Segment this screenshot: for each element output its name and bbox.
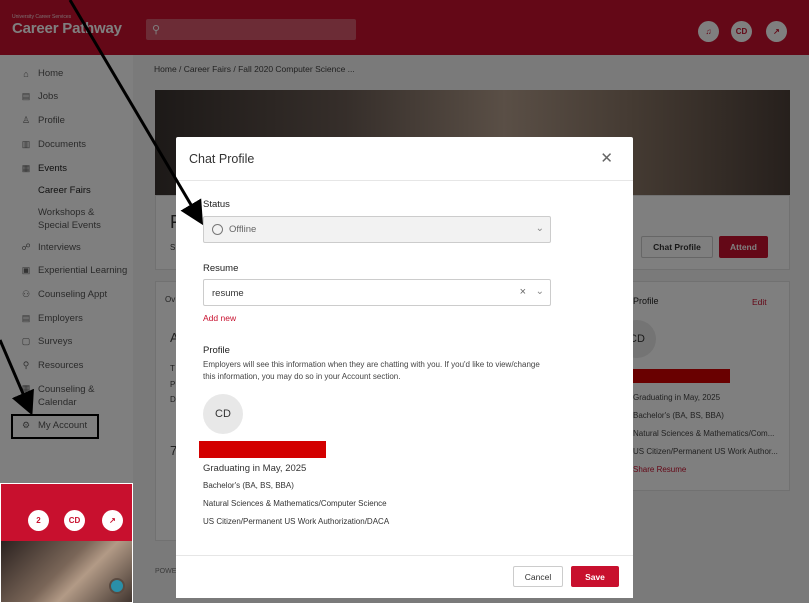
annotation-arrows [0, 0, 204, 416]
arrow-to-my-account [0, 339, 34, 416]
arrow-to-status [68, 0, 204, 226]
